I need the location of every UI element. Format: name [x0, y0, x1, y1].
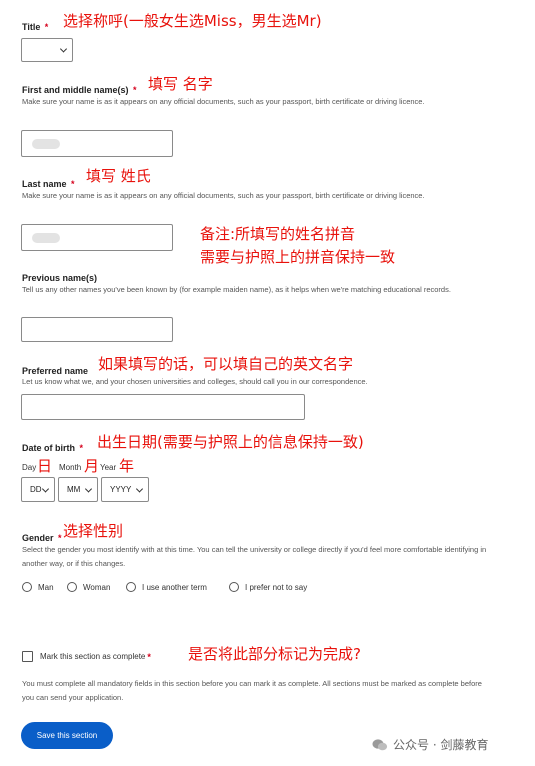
year-annotation: 年 [119, 457, 135, 475]
wechat-icon [372, 738, 388, 750]
preferred-name-annotation: 如果填写的话，可以填自己的英文名字 [98, 355, 354, 373]
mark-complete-checkbox[interactable] [22, 651, 33, 662]
radio-button[interactable] [22, 582, 32, 592]
gender-label: Gender [22, 533, 54, 543]
save-section-button[interactable]: Save this section [21, 722, 113, 749]
gender-annotation: 选择性别 [63, 522, 124, 540]
preferred-name-input[interactable] [21, 394, 305, 420]
radio-button[interactable] [67, 582, 77, 592]
first-name-input[interactable] [21, 130, 173, 157]
last-name-hint: Make sure your name is as it appears on … [22, 191, 425, 200]
title-label-row: Title * [22, 17, 48, 35]
year-select-value: YYYY [110, 485, 132, 494]
day-select-value: DD [30, 485, 42, 494]
previous-name-hint: Tell us any other names you've been know… [22, 285, 451, 294]
name-note-line2: 需要与护照上的拼音保持一致 [200, 248, 396, 266]
required-marker: * [147, 651, 151, 662]
required-marker: * [132, 85, 137, 95]
chevron-down-icon [59, 45, 68, 53]
required-marker: * [44, 22, 49, 32]
gender-option-label: Woman [83, 582, 111, 592]
gender-option-man[interactable]: Man [22, 582, 54, 592]
radio-button[interactable] [126, 582, 136, 592]
gender-option-label: I prefer not to say [245, 582, 308, 592]
preferred-name-hint: Let us know what we, and your chosen uni… [22, 377, 368, 386]
dob-label: Date of birth [22, 443, 75, 453]
gender-option-another-term[interactable]: I use another term [126, 582, 207, 592]
day-select[interactable]: DD [21, 477, 55, 502]
mark-complete-label: Mark this section as complete [40, 652, 146, 661]
name-note-line1: 备注:所填写的姓名拼音 [200, 225, 356, 243]
title-label: Title [22, 22, 41, 32]
radio-button[interactable] [229, 582, 239, 592]
required-marker: * [57, 533, 62, 543]
year-select[interactable]: YYYY [101, 477, 149, 502]
mark-complete-row[interactable]: Mark this section as complete * [22, 651, 151, 662]
watermark-text: 公众号 · 剑藤教育 [393, 738, 489, 752]
blurred-value [32, 233, 60, 243]
title-annotation: 选择称呼(一般女生选Miss，男生选Mr) [63, 12, 322, 30]
gender-hint: Select the gender you most identify with… [22, 545, 487, 568]
month-select[interactable]: MM [58, 477, 98, 502]
dob-annotation: 出生日期(需要与护照上的信息保持一致) [97, 433, 364, 451]
chevron-down-icon [84, 484, 93, 493]
day-annotation: 日 [37, 457, 53, 475]
required-marker: * [79, 443, 83, 453]
watermark: 公众号 · 剑藤教育 [372, 736, 488, 753]
gender-option-label: Man [38, 582, 54, 592]
mark-complete-annotation: 是否将此部分标记为完成? [188, 645, 361, 663]
month-label: Month [59, 463, 82, 472]
last-name-label: Last name [22, 179, 67, 189]
day-label: Day [22, 463, 37, 472]
month-annotation: 月 [84, 457, 100, 475]
blurred-value [32, 139, 60, 149]
chevron-down-icon [135, 484, 144, 493]
last-name-input[interactable] [21, 224, 173, 251]
mark-complete-hint: You must complete all mandatory fields i… [22, 679, 482, 702]
dob-label-row: Date of birth * [22, 438, 83, 456]
month-select-value: MM [67, 485, 81, 494]
year-label: Year [100, 463, 117, 472]
first-name-label: First and middle name(s) [22, 85, 129, 95]
first-name-annotation: 填写 名字 [148, 75, 213, 93]
required-marker: * [70, 179, 75, 189]
first-name-hint: Make sure your name is as it appears on … [22, 97, 425, 106]
last-name-annotation: 填写 姓氏 [86, 167, 151, 185]
gender-option-woman[interactable]: Woman [67, 582, 110, 592]
gender-option-label: I use another term [142, 582, 207, 592]
previous-name-label: Previous name(s) [22, 273, 98, 283]
gender-option-prefer-not-to-say[interactable]: I prefer not to say [229, 582, 307, 592]
title-select[interactable] [21, 38, 73, 62]
chevron-down-icon [41, 484, 50, 493]
previous-name-input[interactable] [21, 317, 173, 342]
